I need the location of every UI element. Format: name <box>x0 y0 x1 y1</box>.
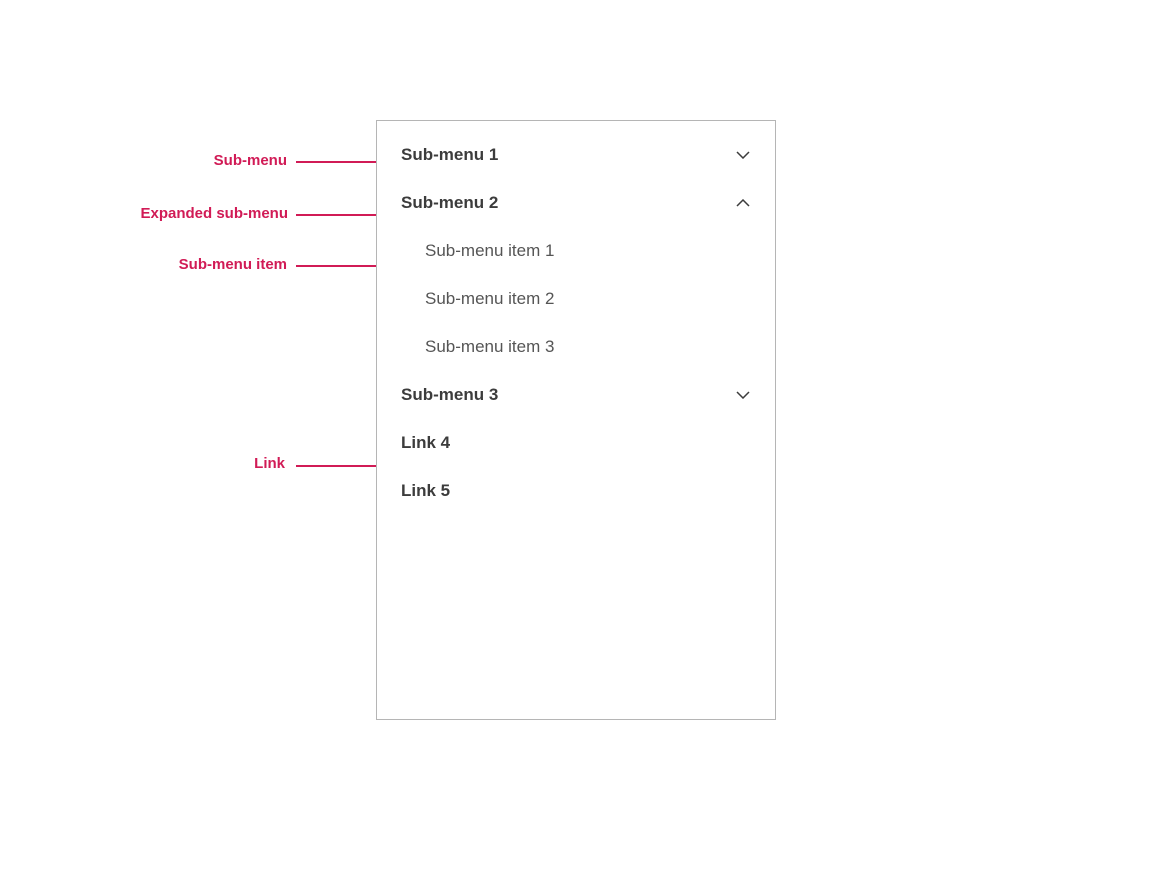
link-5-label: Link 5 <box>401 481 450 501</box>
submenu-2-label: Sub-menu 2 <box>401 193 498 213</box>
annotation-expanded: Expanded sub-menu <box>98 205 288 222</box>
annotation-subitem: Sub-menu item <box>120 256 287 273</box>
link-4[interactable]: Link 4 <box>377 419 775 467</box>
chevron-down-icon <box>735 147 751 163</box>
submenu-3-label: Sub-menu 3 <box>401 385 498 405</box>
link-5[interactable]: Link 5 <box>377 467 775 515</box>
annotation-submenu: Sub-menu <box>125 152 287 169</box>
submenu-item-3[interactable]: Sub-menu item 3 <box>377 323 775 371</box>
chevron-up-icon <box>735 195 751 211</box>
menu-panel: Sub-menu 1 Sub-menu 2 Sub-menu item 1 Su… <box>376 120 776 720</box>
submenu-1[interactable]: Sub-menu 1 <box>377 121 775 179</box>
submenu-item-2[interactable]: Sub-menu item 2 <box>377 275 775 323</box>
submenu-3[interactable]: Sub-menu 3 <box>377 371 775 419</box>
submenu-2[interactable]: Sub-menu 2 <box>377 179 775 227</box>
chevron-down-icon <box>735 387 751 403</box>
link-4-label: Link 4 <box>401 433 450 453</box>
submenu-1-label: Sub-menu 1 <box>401 145 498 165</box>
submenu-item-1[interactable]: Sub-menu item 1 <box>377 227 775 275</box>
annotation-link: Link <box>215 455 285 472</box>
